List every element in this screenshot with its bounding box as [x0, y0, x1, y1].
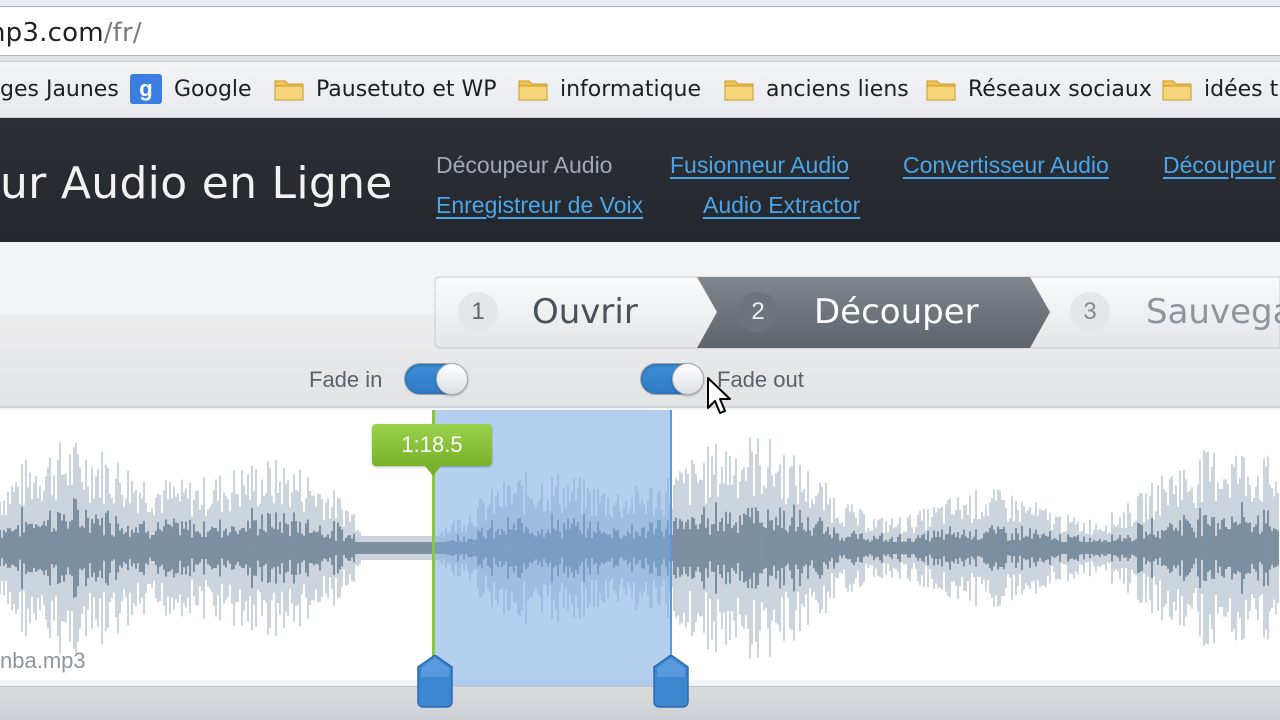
- toggle-knob: [672, 363, 704, 395]
- step-label: Découper: [814, 292, 979, 332]
- folder-icon: [1162, 78, 1192, 101]
- fade-out-toggle[interactable]: [640, 363, 704, 395]
- step-number: 3: [1070, 292, 1110, 332]
- step-number: 2: [738, 292, 778, 332]
- folder-icon: [274, 78, 304, 101]
- step-sauvegarder[interactable]: 3 Sauvega: [1070, 276, 1280, 348]
- toggle-knob: [436, 363, 468, 395]
- address-text: np3.com/fr/: [0, 18, 142, 48]
- step-label: Ouvrir: [532, 292, 638, 332]
- bookmark-label: idées tu: [1204, 76, 1280, 102]
- url-domain: np3.com: [0, 18, 104, 48]
- google-icon: g: [130, 74, 162, 104]
- browser-toolbar: np3.com/fr/: [0, 0, 1280, 62]
- bookmark-informatique[interactable]: informatique: [518, 74, 701, 104]
- bookmark-idees[interactable]: idées tu: [1162, 74, 1280, 104]
- bookmark-pages-jaunes[interactable]: ges Jaunes: [0, 74, 119, 104]
- step-label: Sauvega: [1146, 292, 1280, 332]
- fade-in-label: Fade in: [309, 367, 383, 392]
- nav-audio-extractor[interactable]: Audio Extractor: [703, 192, 860, 219]
- file-name: nba.mp3: [0, 648, 86, 673]
- bookmark-label: Google: [174, 76, 252, 102]
- site-title: ur Audio en Ligne: [0, 158, 393, 209]
- folder-icon: [926, 78, 956, 101]
- bookmark-label: ges Jaunes: [0, 76, 119, 102]
- step-ouvrir[interactable]: 1 Ouvrir: [458, 276, 638, 348]
- bookmark-label: Réseaux sociaux: [968, 76, 1152, 102]
- steps-bar: 1 Ouvrir 2 Découper 3 Sauvega: [434, 276, 1280, 350]
- bookmark-label: anciens liens: [766, 76, 909, 102]
- timeline-bar: [0, 686, 1280, 720]
- nav-decoupeur-audio[interactable]: Découpeur Audio: [436, 152, 612, 179]
- mouse-cursor-icon: [707, 377, 731, 414]
- step-decouper[interactable]: 2 Découper: [738, 276, 979, 348]
- bookmark-label: Pausetuto et WP: [316, 76, 497, 102]
- start-time-badge: 1:18.5: [372, 424, 492, 476]
- bookmark-pausetuto[interactable]: Pausetuto et WP: [274, 74, 497, 104]
- folder-icon: [724, 78, 754, 101]
- bookmark-reseaux-sociaux[interactable]: Réseaux sociaux: [926, 74, 1152, 104]
- site-header: ur Audio en Ligne Découpeur Audio Fusion…: [0, 118, 1280, 242]
- bookmark-label: informatique: [560, 76, 702, 102]
- nav-convertisseur-audio[interactable]: Convertisseur Audio: [903, 152, 1109, 179]
- nav-fusionneur-audio[interactable]: Fusionneur Audio: [670, 152, 849, 179]
- start-handle[interactable]: [416, 655, 454, 709]
- end-handle[interactable]: [652, 655, 690, 709]
- url-path: /fr/: [103, 18, 142, 48]
- audio-cutter-app: 1 Ouvrir 2 Découper 3 Sauvega Fade in Fa…: [0, 242, 1280, 720]
- folder-icon: [518, 78, 548, 101]
- address-bar[interactable]: np3.com/fr/: [0, 6, 1280, 56]
- fade-in-toggle[interactable]: [404, 363, 468, 395]
- bookmark-google[interactable]: g Google: [130, 74, 252, 104]
- bookmark-anciens-liens[interactable]: anciens liens: [724, 74, 909, 104]
- step-number: 1: [458, 292, 498, 332]
- nav-decoupeur-other[interactable]: Découpeur: [1163, 152, 1276, 179]
- nav-enregistreur-voix[interactable]: Enregistreur de Voix: [436, 192, 643, 219]
- bookmarks-bar: ges Jaunes g Google Pausetuto et WP info…: [0, 62, 1280, 118]
